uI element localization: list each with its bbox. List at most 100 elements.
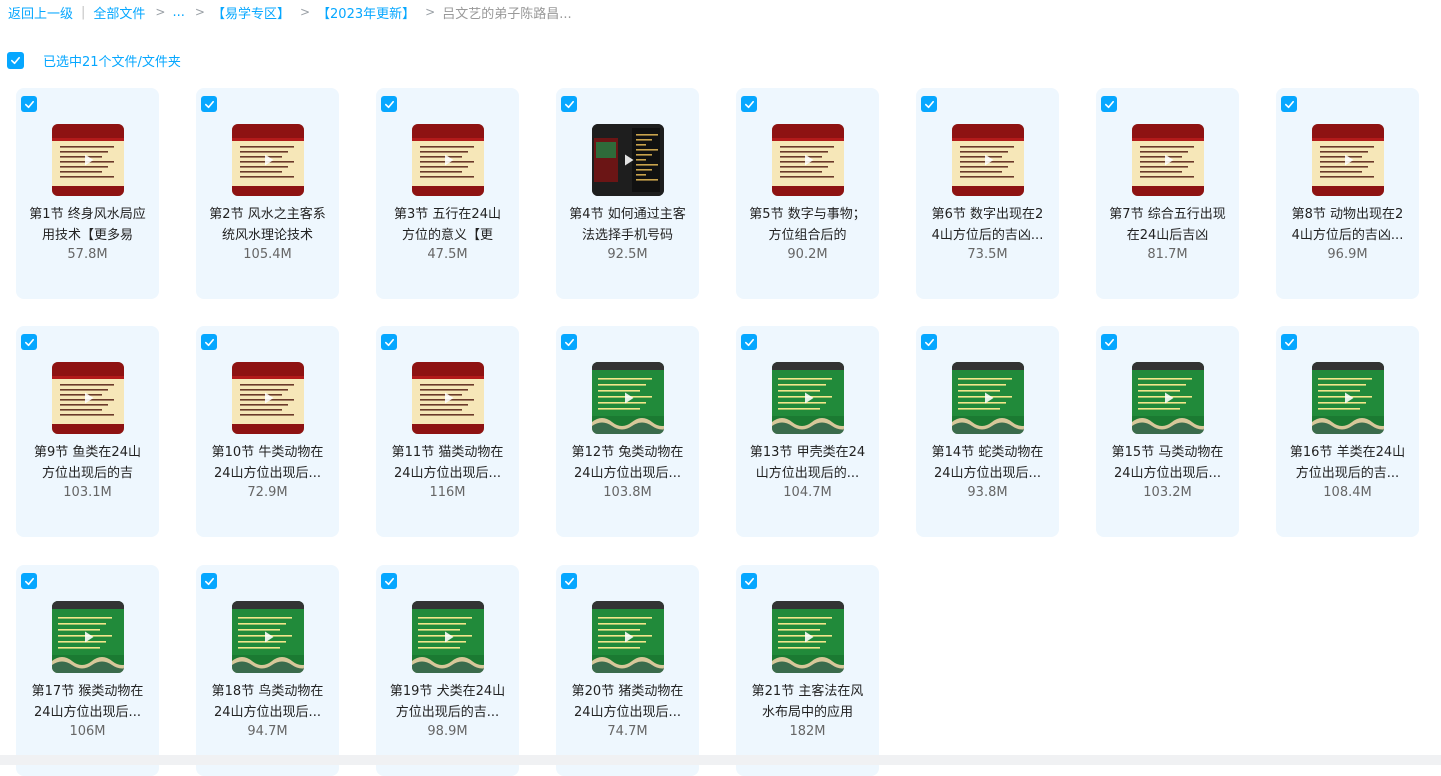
video-thumbnail[interactable] [592,601,664,673]
video-thumbnail[interactable] [952,124,1024,196]
file-card[interactable]: 第2节 风水之主客系统风水理论技术 105.4M [196,88,339,299]
file-card[interactable]: 第6节 数字出现在24山方位后的吉凶... 73.5M [916,88,1059,299]
select-all-row: 已选中21个文件/文件夹 [7,51,181,70]
video-thumbnail[interactable] [232,362,304,434]
video-thumbnail[interactable] [952,362,1024,434]
file-name[interactable]: 第13节 甲壳类在24山方位出现后的... [748,442,867,484]
file-checkbox[interactable] [921,334,937,350]
file-name[interactable]: 第3节 五行在24山方位的意义【更 [388,204,507,246]
file-checkbox[interactable] [21,96,37,112]
file-card[interactable]: 第17节 猴类动物在24山方位出现后... 106M [16,565,159,776]
file-name[interactable]: 第4节 如何通过主客法选择手机号码 [568,204,687,246]
file-card[interactable]: 第8节 动物出现在24山方位后的吉凶... 96.9M [1276,88,1419,299]
file-name[interactable]: 第16节 羊类在24山方位出现后的吉... [1288,442,1407,484]
video-thumbnail[interactable] [1312,362,1384,434]
play-icon [85,631,94,643]
video-thumbnail[interactable] [52,601,124,673]
file-checkbox[interactable] [1281,96,1297,112]
file-card[interactable]: 第18节 鸟类动物在24山方位出现后... 94.7M [196,565,339,776]
video-thumbnail[interactable] [772,601,844,673]
file-checkbox[interactable] [921,96,937,112]
file-card[interactable]: 第21节 主客法在风水布局中的应用 182M [736,565,879,776]
file-name[interactable]: 第10节 牛类动物在24山方位出现后... [208,442,327,484]
file-name[interactable]: 第9节 鱼类在24山方位出现后的吉 [28,442,147,484]
file-card[interactable]: 第3节 五行在24山方位的意义【更 47.5M [376,88,519,299]
file-checkbox[interactable] [201,573,217,589]
video-thumbnail[interactable] [232,124,304,196]
file-checkbox[interactable] [21,573,37,589]
file-card[interactable]: 第14节 蛇类动物在24山方位出现后... 93.8M [916,326,1059,537]
select-all-checkbox[interactable] [7,52,24,69]
file-checkbox[interactable] [741,96,757,112]
file-checkbox[interactable] [201,96,217,112]
file-card[interactable]: 第4节 如何通过主客法选择手机号码 92.5M [556,88,699,299]
video-thumbnail[interactable] [232,601,304,673]
video-thumbnail[interactable] [1312,124,1384,196]
file-checkbox[interactable] [1101,334,1117,350]
video-thumbnail[interactable] [412,601,484,673]
separator: | [81,4,86,20]
file-name[interactable]: 第21节 主客法在风水布局中的应用 [748,681,867,723]
video-thumbnail[interactable] [412,362,484,434]
file-name[interactable]: 第1节 终身风水局应用技术【更多易 [28,204,147,246]
file-checkbox[interactable] [561,573,577,589]
file-name[interactable]: 第18节 鸟类动物在24山方位出现后... [208,681,327,723]
file-name[interactable]: 第17节 猴类动物在24山方位出现后... [28,681,147,723]
file-card[interactable]: 第20节 猪类动物在24山方位出现后... 74.7M [556,565,699,776]
file-card[interactable]: 第12节 兔类动物在24山方位出现后... 103.8M [556,326,699,537]
file-name[interactable]: 第12节 兔类动物在24山方位出现后... [568,442,687,484]
video-thumbnail[interactable] [1132,124,1204,196]
file-checkbox[interactable] [1101,96,1117,112]
checkmark-icon [1284,338,1294,346]
video-thumbnail[interactable] [1132,362,1204,434]
video-thumbnail[interactable] [52,362,124,434]
file-card[interactable]: 第5节 数字与事物；方位组合后的 90.2M [736,88,879,299]
video-thumbnail[interactable] [52,124,124,196]
file-checkbox[interactable] [201,334,217,350]
all-files-link[interactable]: 全部文件 [93,3,145,22]
file-name[interactable]: 第8节 动物出现在24山方位后的吉凶... [1288,204,1407,246]
file-checkbox[interactable] [741,334,757,350]
file-name[interactable]: 第5节 数字与事物；方位组合后的 [748,204,867,246]
video-thumbnail[interactable] [772,124,844,196]
video-thumbnail[interactable] [592,362,664,434]
file-card[interactable]: 第13节 甲壳类在24山方位出现后的... 104.7M [736,326,879,537]
file-card[interactable]: 第1节 终身风水局应用技术【更多易 57.8M [16,88,159,299]
checkmark-icon [384,100,394,108]
file-name[interactable]: 第15节 马类动物在24山方位出现后... [1108,442,1227,484]
file-checkbox[interactable] [1281,334,1297,350]
file-name[interactable]: 第20节 猪类动物在24山方位出现后... [568,681,687,723]
file-name[interactable]: 第14节 蛇类动物在24山方位出现后... [928,442,1047,484]
video-thumbnail[interactable] [412,124,484,196]
bottom-scrollbar[interactable] [0,755,1441,765]
video-thumbnail[interactable] [592,124,664,196]
file-card[interactable]: 第11节 猫类动物在24山方位出现后... 116M [376,326,519,537]
file-card[interactable]: 第7节 综合五行出现在24山后吉凶 81.7M [1096,88,1239,299]
video-thumbnail[interactable] [772,362,844,434]
file-name[interactable]: 第19节 犬类在24山方位出现后的吉... [388,681,507,723]
file-card[interactable]: 第16节 羊类在24山方位出现后的吉... 108.4M [1276,326,1419,537]
file-checkbox[interactable] [381,334,397,350]
folder-link-yixue[interactable]: 【易学专区】 [212,3,290,22]
play-icon [625,392,634,404]
checkmark-icon [24,338,34,346]
file-card[interactable]: 第9节 鱼类在24山方位出现后的吉 103.1M [16,326,159,537]
back-link[interactable]: 返回上一级 [8,3,73,22]
file-checkbox[interactable] [381,573,397,589]
file-checkbox[interactable] [381,96,397,112]
file-card[interactable]: 第15节 马类动物在24山方位出现后... 103.2M [1096,326,1239,537]
file-name[interactable]: 第11节 猫类动物在24山方位出现后... [388,442,507,484]
ellipsis-link[interactable]: ... [172,5,184,20]
folder-link-2023[interactable]: 【2023年更新】 [317,3,415,22]
file-checkbox[interactable] [561,334,577,350]
file-name[interactable]: 第2节 风水之主客系统风水理论技术 [208,204,327,246]
file-name[interactable]: 第6节 数字出现在24山方位后的吉凶... [928,204,1047,246]
file-card[interactable]: 第10节 牛类动物在24山方位出现后... 72.9M [196,326,339,537]
file-checkbox[interactable] [741,573,757,589]
file-checkbox[interactable] [21,334,37,350]
file-name[interactable]: 第7节 综合五行出现在24山后吉凶 [1108,204,1227,246]
file-size: 105.4M [243,247,292,262]
checkmark-icon [384,577,394,585]
file-card[interactable]: 第19节 犬类在24山方位出现后的吉... 98.9M [376,565,519,776]
file-checkbox[interactable] [561,96,577,112]
